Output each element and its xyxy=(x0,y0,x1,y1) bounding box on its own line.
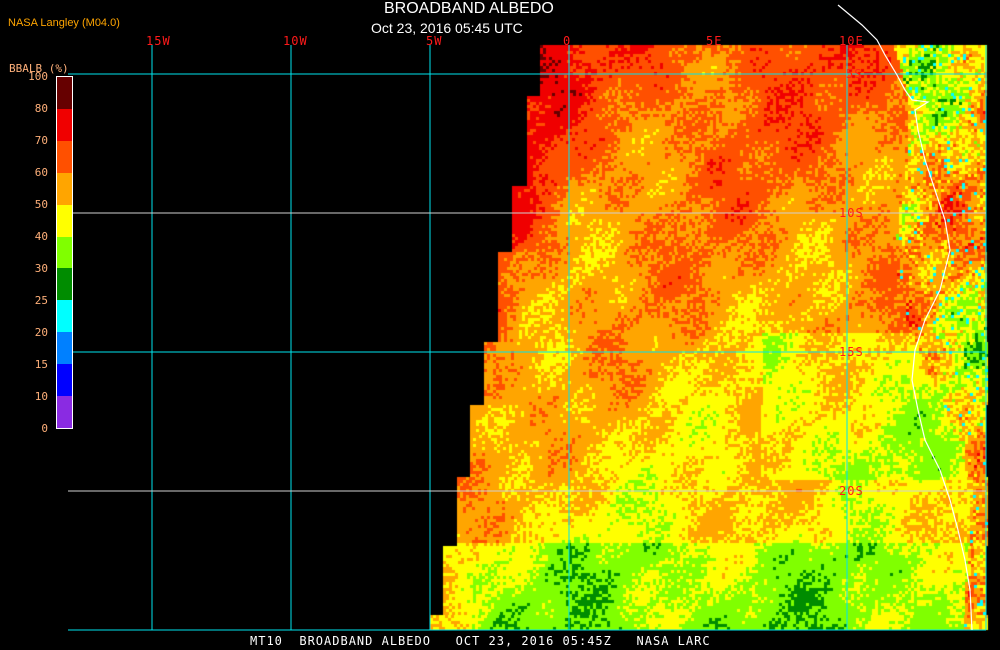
legend-swatch xyxy=(57,140,72,173)
lon-label-10w: 10W xyxy=(283,34,308,48)
lat-label-15s: 15S xyxy=(839,345,864,359)
lon-label-0: 0 xyxy=(563,34,572,48)
legend-swatch xyxy=(57,332,72,365)
legend-tick: 40 xyxy=(34,230,48,243)
legend-tick: 60 xyxy=(34,166,48,179)
legend-swatch xyxy=(57,364,72,397)
lat-label-20s: 20S xyxy=(839,484,864,498)
lon-label-5e: 5E xyxy=(706,34,723,48)
map-title: BROADBAND ALBEDO xyxy=(384,0,554,17)
legend-swatch xyxy=(57,268,72,301)
footer-caption: MT10 BROADBAND ALBEDO OCT 23, 2016 05:45… xyxy=(250,634,711,648)
legend-tick: 15 xyxy=(34,358,48,371)
legend-tick: 70 xyxy=(34,134,48,147)
legend-tick: 25 xyxy=(34,294,48,307)
map-datetime: Oct 23, 2016 05:45 UTC xyxy=(371,20,523,36)
legend-tick: 0 xyxy=(41,422,48,435)
lon-label-5w: 5W xyxy=(426,34,443,48)
legend-tick: 20 xyxy=(34,326,48,339)
lon-label-15w: 15W xyxy=(146,34,171,48)
legend-swatch xyxy=(57,204,72,237)
legend-color-bar xyxy=(56,76,73,429)
map-grid-overlay xyxy=(68,4,987,631)
legend-tick: 10 xyxy=(34,390,48,403)
coastline xyxy=(837,4,973,631)
legend-swatch xyxy=(57,236,72,269)
legend-swatch xyxy=(57,108,72,141)
legend-tick: 30 xyxy=(34,262,48,275)
legend-swatch xyxy=(57,172,72,205)
legend-swatch xyxy=(57,300,72,333)
legend-swatch xyxy=(57,396,72,428)
lat-label-5s: 5S xyxy=(846,67,863,81)
lon-label-10e: 10E xyxy=(839,34,864,48)
legend-tick: 50 xyxy=(34,198,48,211)
legend-tick: 100 xyxy=(28,70,48,83)
lat-label-10s: 10S xyxy=(839,206,864,220)
source-label: NASA Langley (M04.0) xyxy=(8,17,120,29)
legend-swatch xyxy=(57,77,72,109)
legend-tick: 80 xyxy=(34,102,48,115)
